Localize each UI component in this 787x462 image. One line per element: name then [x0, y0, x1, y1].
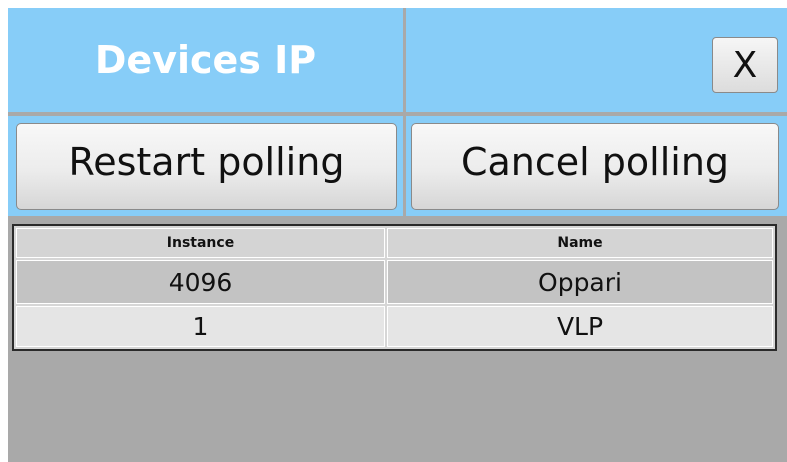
column-header-instance[interactable]: Instance: [16, 228, 385, 258]
header-divider-horizontal: [8, 112, 787, 116]
close-button[interactable]: X: [712, 37, 778, 93]
header-panel: Devices IP X Restart polling Cancel poll…: [8, 8, 787, 216]
instance-cell[interactable]: 1: [16, 306, 385, 347]
restart-polling-button[interactable]: Restart polling: [16, 123, 397, 210]
name-cell[interactable]: VLP: [387, 306, 773, 347]
devices-ip-window: Devices IP X Restart polling Cancel poll…: [8, 8, 787, 462]
table-row[interactable]: 4096 Oppari: [16, 260, 773, 304]
instance-cell[interactable]: 4096: [16, 260, 385, 304]
devices-table: Instance Name 4096 Oppari 1 VLP: [12, 224, 777, 351]
table-header-row: Instance Name: [16, 228, 773, 258]
window-title: Devices IP: [94, 38, 317, 82]
table-row[interactable]: 1 VLP: [16, 306, 773, 347]
column-header-name[interactable]: Name: [387, 228, 773, 258]
cancel-polling-button[interactable]: Cancel polling: [411, 123, 779, 210]
name-cell[interactable]: Oppari: [387, 260, 773, 304]
